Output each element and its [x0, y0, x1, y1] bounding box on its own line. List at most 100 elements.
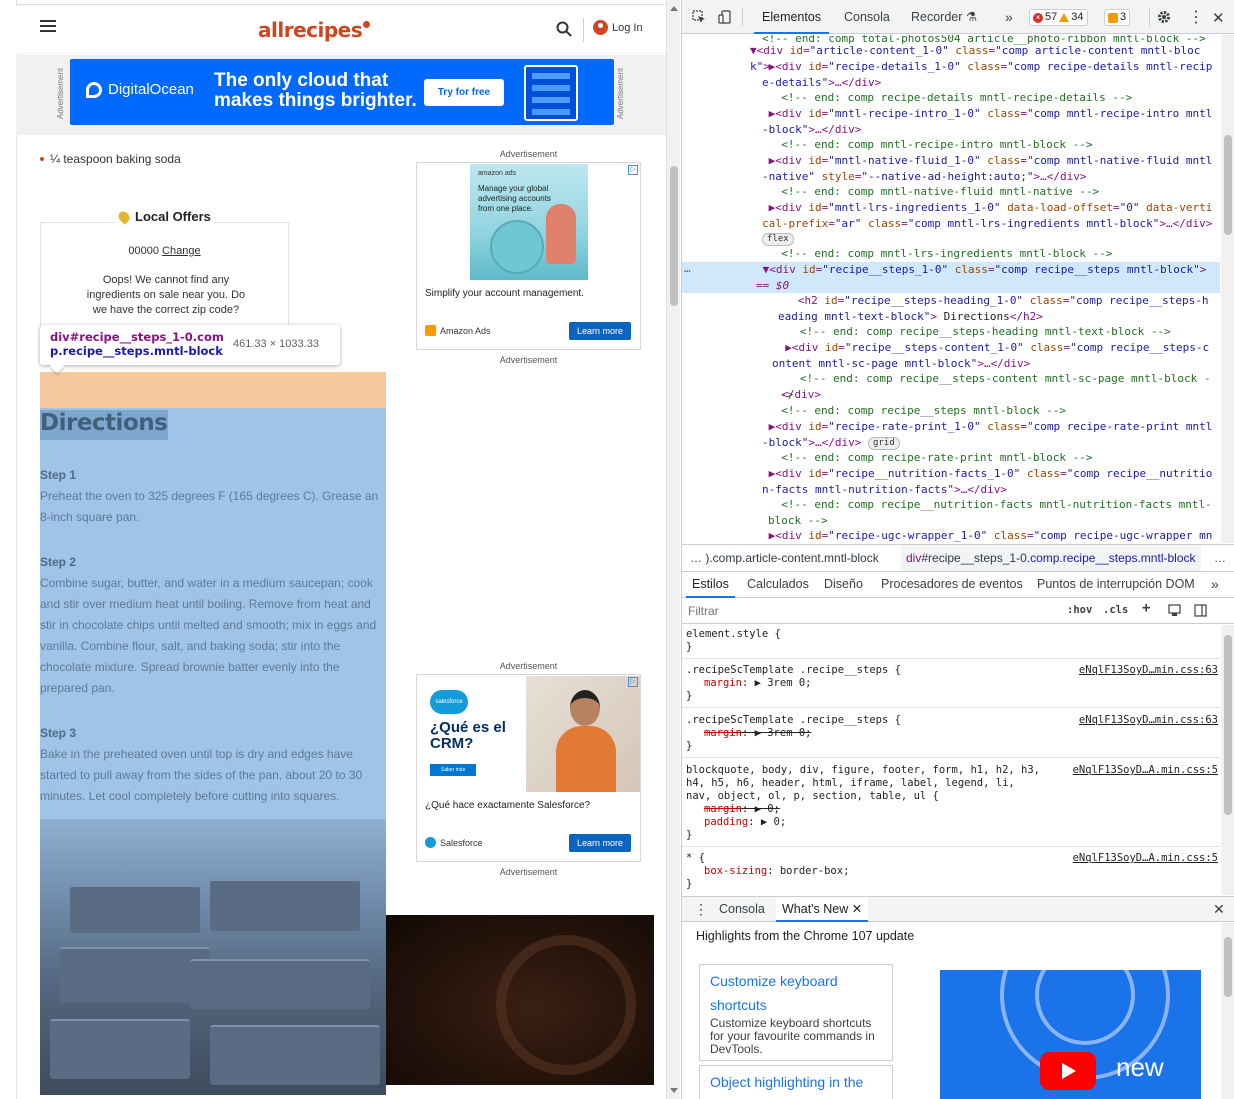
node-actions-icon[interactable]: … [684, 261, 691, 277]
dom-node[interactable]: <!-- end: comp recipe-details mntl-recip… [682, 90, 1220, 106]
whats-new-card-link[interactable]: Object highlighting in the [710, 1070, 882, 1094]
computed-sidebar-icon[interactable] [1194, 604, 1207, 617]
css-rule[interactable]: element.style {} [682, 625, 1220, 659]
scroll-down-arrow-icon[interactable] [670, 1088, 678, 1093]
login-button[interactable]: Log In [593, 20, 643, 35]
drawer-tab-whats-new[interactable]: What's New ✕ [776, 897, 869, 922]
menu-icon[interactable] [40, 20, 56, 32]
whats-new-video-thumbnail[interactable]: new [940, 970, 1201, 1099]
cls-toggle[interactable]: .cls [1103, 604, 1128, 616]
css-rule[interactable]: * { eNqlF13SoyD…A.min.css:5 box-sizing: bo… [682, 849, 1220, 895]
css-selector[interactable]: .recipeScTemplate .recipe__steps { [686, 664, 1046, 677]
dom-scroll-thumb[interactable] [1224, 135, 1232, 235]
dom-node[interactable]: <!-- end: comp recipe-rate-print mntl-bl… [682, 450, 1220, 466]
saber-mas-button[interactable]: Saber más [430, 764, 476, 776]
new-style-rule-icon[interactable]: + [1142, 600, 1150, 616]
dom-node[interactable]: ▶<div id="recipe-details_1-0" class="com… [682, 59, 1220, 90]
breadcrumb-item-active[interactable]: div#recipe__steps_1-0.comp.recipe__steps… [901, 545, 1201, 571]
css-selector[interactable]: element.style { [686, 628, 1046, 641]
tab-recorder[interactable]: Recorder ⚗ [911, 0, 977, 34]
css-rule[interactable]: blockquote, body, div, figure, footer, f… [682, 761, 1220, 847]
chocolate-video[interactable] [386, 915, 654, 1085]
dom-node[interactable]: ▶<div id="recipe__steps-content_1-0" cla… [682, 340, 1220, 371]
try-for-free-button[interactable]: Try for free [424, 79, 504, 106]
dom-node[interactable]: ▶<div id="recipe__nutrition-facts_1-0" c… [682, 466, 1220, 497]
css-rule[interactable]: .recipeScTemplate .recipe__steps { eNqlF1… [682, 711, 1220, 758]
search-icon[interactable] [556, 21, 572, 37]
css-selector[interactable]: * { [686, 852, 1046, 865]
drawer-scroll-thumb[interactable] [1224, 937, 1232, 997]
tab-event-listeners[interactable]: Procesadores de eventos [881, 572, 1023, 598]
css-selector[interactable]: .recipeScTemplate .recipe__steps { [686, 714, 1046, 727]
css-source-link[interactable]: eNqlF13SoyD…A.min.css:5 [1073, 852, 1218, 865]
dom-node[interactable]: ▶<div id="recipe-rate-print_1-0" class="… [682, 419, 1220, 450]
close-tab-icon[interactable]: ✕ [852, 902, 862, 916]
issues-badge[interactable]: 3 [1104, 9, 1131, 26]
dom-node[interactable]: ▶<div id="mntl-native-fluid_1-0" class="… [682, 153, 1220, 184]
breadcrumb-more-icon[interactable]: … [1214, 545, 1226, 571]
css-declaration[interactable]: box-sizing: border-box; [686, 865, 1216, 878]
issues-counter[interactable]: × 57 34 [1029, 9, 1088, 26]
css-source-link[interactable]: eNqlF13SoyD…min.css:63 [1079, 714, 1218, 727]
dom-node[interactable]: ▶<div id="recipe-ugc-wrapper_1-0" class=… [682, 528, 1220, 543]
css-source-link[interactable]: eNqlF13SoyD…A.min.css:5 [1073, 764, 1218, 777]
dom-node[interactable]: ▶<div id="mntl-lrs-ingredients_1-0" data… [682, 200, 1220, 247]
dom-node[interactable]: <!-- end: comp mntl-recipe-intro mntl-bl… [682, 137, 1220, 153]
youtube-play-icon[interactable] [1040, 1052, 1096, 1090]
tab-console[interactable]: Consola [844, 0, 890, 34]
styles-scroll-thumb[interactable] [1224, 635, 1232, 815]
amazon-learn-more-button[interactable]: Learn more [569, 322, 631, 340]
breadcrumb-item[interactable]: … ).comp.article-content.mntl-block [690, 545, 879, 571]
dom-scrollbar[interactable] [1221, 35, 1234, 543]
css-declaration[interactable]: margin: ▶ 3rem 0; [686, 677, 1216, 690]
dom-node[interactable]: <!-- end: comp recipe__steps-heading mnt… [682, 324, 1220, 340]
close-devtools-icon[interactable]: ✕ [1212, 9, 1225, 27]
css-declaration[interactable]: margin: ▶ 0; [686, 803, 1216, 816]
adchoices-icon[interactable]: ▷ [628, 165, 638, 175]
salesforce-ad-card[interactable]: salesforce ¿Qué es el CRM? Saber más ▷ ¿… [416, 674, 641, 862]
tab-dom-breakpoints[interactable]: Puntos de interrupción DOM [1037, 572, 1195, 598]
dom-tree[interactable]: <!-- end: comp total-photos504 article__… [682, 35, 1220, 543]
more-tabs-icon[interactable]: » [1005, 0, 1013, 34]
css-selector[interactable]: blockquote, body, div, figure, footer, f… [686, 764, 1046, 803]
dom-node-selected[interactable]: ▼<div id="recipe__steps_1-0" class="comp… [682, 262, 1220, 294]
salesforce-learn-more-button[interactable]: Learn more [569, 834, 631, 852]
css-declaration[interactable]: padding: ▶ 0; [686, 816, 1216, 829]
styles-filter-input[interactable] [686, 601, 1056, 621]
amazon-ads-card[interactable]: ▷ amazon ads Manage your global advertis… [416, 162, 641, 350]
tab-elements[interactable]: Elementos [754, 0, 830, 34]
css-source-link[interactable]: eNqlF13SoyD…min.css:63 [1079, 664, 1218, 677]
close-drawer-icon[interactable]: ✕ [1213, 897, 1225, 922]
drawer-tab-console[interactable]: Consola [719, 897, 765, 922]
more-options-icon[interactable]: ⋮ [1188, 7, 1204, 27]
drawer-menu-icon[interactable]: ⋮ [694, 897, 708, 922]
css-rule[interactable]: .recipeScTemplate .recipe__steps { eNqlF1… [682, 661, 1220, 708]
adchoices-icon[interactable]: ▷ [628, 677, 638, 687]
settings-gear-icon[interactable] [1157, 10, 1171, 24]
styles-pane[interactable]: element.style {} .recipeScTemplate .recip… [682, 625, 1220, 895]
drawer-scrollbar[interactable] [1221, 923, 1234, 1099]
dom-node[interactable]: <!-- end: comp recipe__steps mntl-block … [682, 403, 1220, 419]
inspect-element-icon[interactable] [692, 10, 706, 24]
page-scrollbar[interactable] [666, 0, 680, 1099]
toggle-element-state-icon[interactable] [1168, 604, 1181, 617]
dom-node[interactable]: <h2 id="recipe__steps-heading_1-0" class… [682, 293, 1220, 324]
dom-node[interactable]: <!-- end: comp recipe__nutrition-facts m… [682, 497, 1220, 528]
dom-node[interactable]: <!-- end: comp mntl-native-fluid mntl-na… [682, 184, 1220, 200]
css-declaration[interactable]: margin: ▶ 3rem 0; [686, 727, 1216, 740]
whats-new-card-link[interactable]: Customize keyboard shortcuts [710, 969, 882, 1017]
more-subtabs-icon[interactable]: » [1211, 572, 1219, 598]
device-toolbar-icon[interactable] [718, 10, 732, 24]
tab-styles[interactable]: Estilos [686, 572, 735, 598]
tab-computed[interactable]: Calculados [747, 572, 809, 598]
hov-toggle[interactable]: :hov [1067, 604, 1092, 616]
page-scroll-thumb[interactable] [670, 166, 678, 306]
change-zip-link[interactable]: Change [162, 245, 201, 257]
dom-node[interactable]: </div> [682, 387, 1220, 403]
dom-node[interactable]: <!-- end: comp mntl-lrs-ingredients mntl… [682, 246, 1220, 262]
site-logo[interactable]: allrecipes [258, 18, 371, 42]
tab-layout[interactable]: Diseño [824, 572, 863, 598]
dom-node[interactable]: ▶<div id="mntl-recipe-intro_1-0" class="… [682, 106, 1220, 137]
styles-scrollbar[interactable] [1221, 625, 1234, 895]
digitalocean-banner-ad[interactable]: DigitalOcean The only cloud that makes t… [70, 59, 614, 125]
